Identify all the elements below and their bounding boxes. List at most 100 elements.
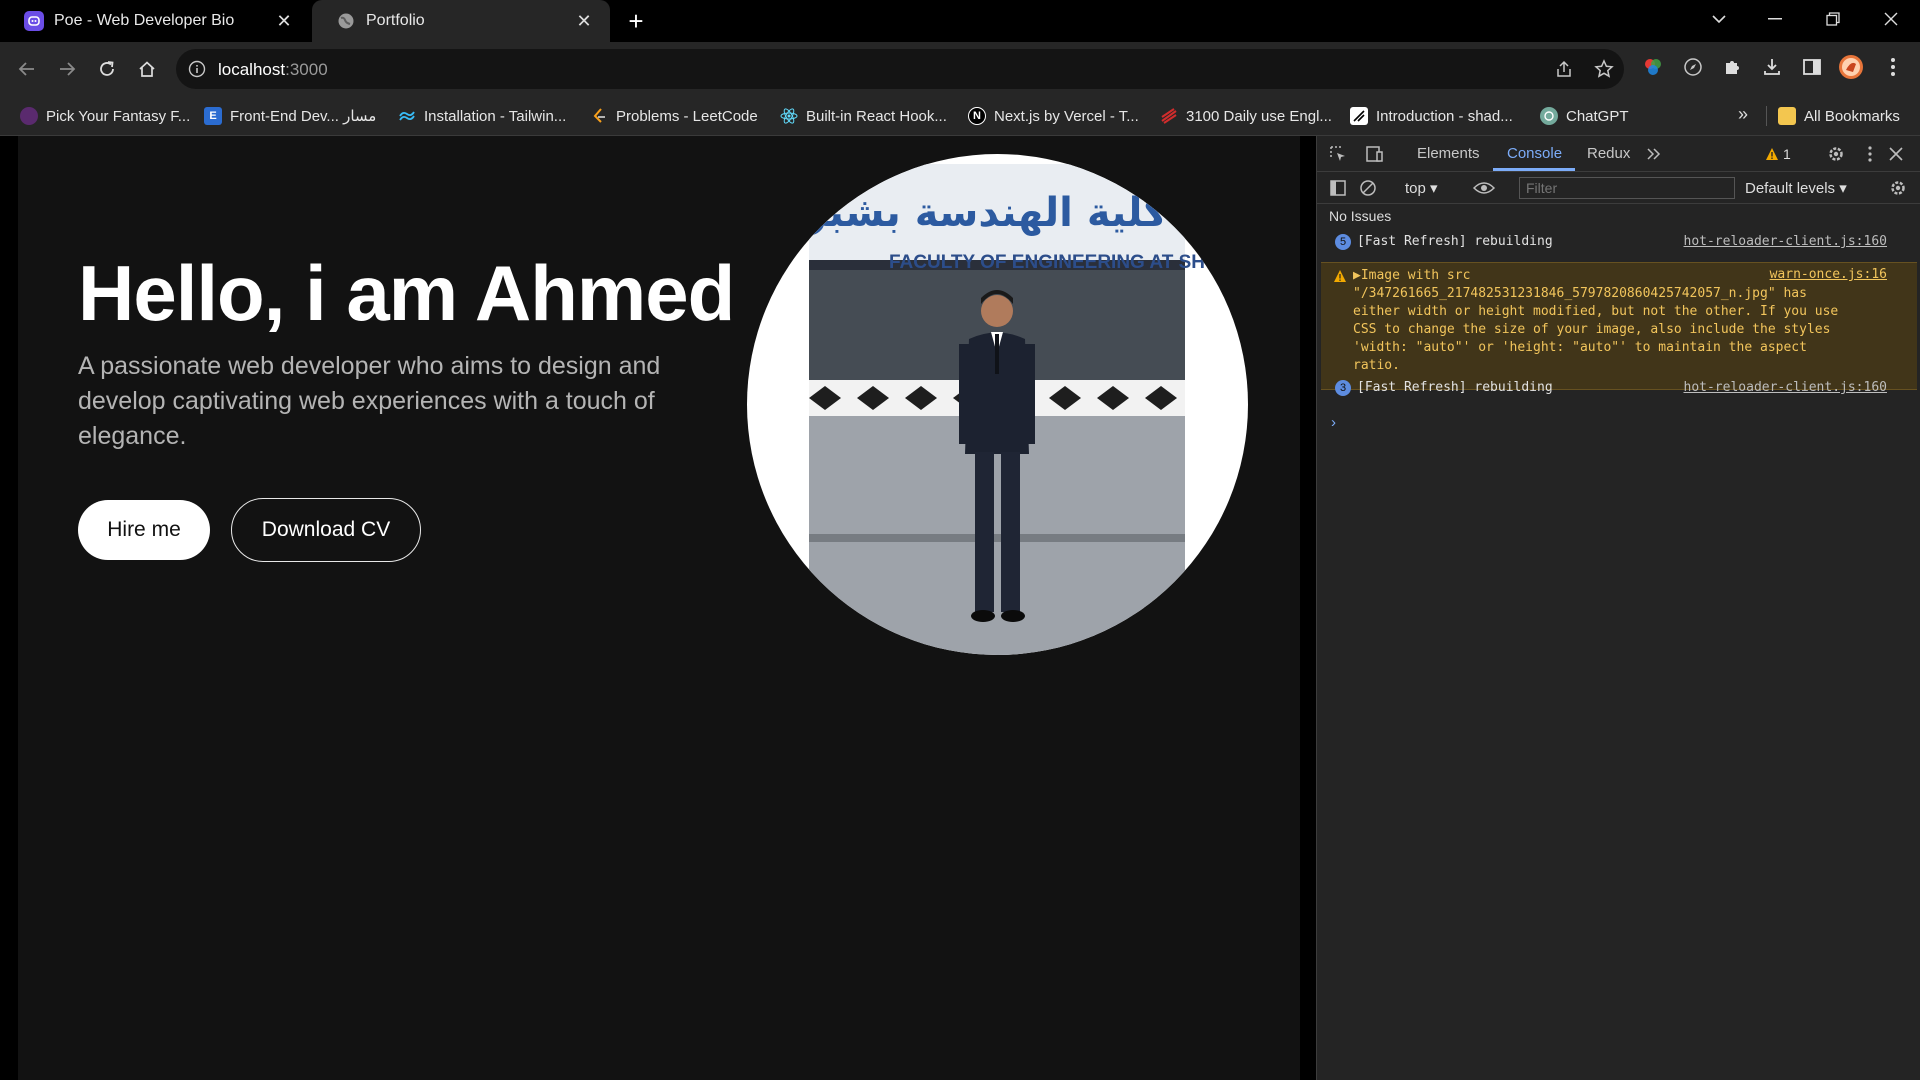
close-window-button[interactable] <box>1868 0 1914 38</box>
bookmark-item[interactable]: Pick Your Fantasy F... <box>20 104 190 128</box>
share-icon[interactable] <box>1552 57 1576 81</box>
more-tabs-icon[interactable] <box>1643 143 1665 165</box>
settings-gear-icon[interactable] <box>1825 143 1847 165</box>
console-warning-entry[interactable]: ▶Image with src "/347261665_217482531231… <box>1321 262 1917 390</box>
tailwind-icon <box>398 107 416 125</box>
minimize-button[interactable] <box>1752 0 1798 38</box>
console-prompt[interactable]: › <box>1331 414 1336 431</box>
page-viewport: Hello, i am Ahmed A passionate web devel… <box>0 136 1316 1080</box>
live-expression-eye-icon[interactable] <box>1473 177 1495 199</box>
bookmark-item[interactable]: Introduction - shad... <box>1350 104 1513 128</box>
shadcn-icon <box>1350 107 1368 125</box>
bookmark-item[interactable]: Problems - LeetCode <box>590 104 758 128</box>
warning-icon <box>1766 148 1778 160</box>
browser-menu-icon[interactable] <box>1880 54 1906 80</box>
reload-icon[interactable] <box>92 54 122 84</box>
warning-message: ▶Image with src "/347261665_217482531231… <box>1353 268 1839 373</box>
fantasy-icon <box>20 107 38 125</box>
bookmarks-bar: Pick Your Fantasy F... E Front-End Dev..… <box>0 96 1920 136</box>
download-cv-button[interactable]: Download CV <box>231 498 421 562</box>
sidebar-toggle-icon[interactable] <box>1327 177 1349 199</box>
console-log-entry: 3 [Fast Refresh] rebuilding hot-reloader… <box>1317 376 1920 402</box>
react-icon <box>780 107 798 125</box>
bookmark-item[interactable]: Installation - Tailwin... <box>398 104 566 128</box>
log-message: [Fast Refresh] rebuilding <box>1357 380 1553 395</box>
tab-search-icon[interactable] <box>1696 0 1742 38</box>
nextjs-icon: N <box>968 107 986 125</box>
log-message: [Fast Refresh] rebuilding <box>1357 234 1553 249</box>
divider <box>1766 106 1767 126</box>
close-tab-icon[interactable]: ✕ <box>274 11 294 31</box>
hero-subtitle: A passionate web developer who aims to d… <box>78 352 661 450</box>
hire-me-button[interactable]: Hire me <box>78 500 210 560</box>
tab-title: Poe - Web Developer Bio <box>54 12 235 29</box>
context-selector[interactable]: top ▾ <box>1405 179 1438 197</box>
tab-title: Portfolio <box>366 12 425 29</box>
bookmark-item[interactable]: 3100 Daily use Engl... <box>1160 104 1332 128</box>
warning-source-link[interactable]: warn-once.js:16 <box>1770 267 1887 282</box>
tab-console[interactable]: Console <box>1507 145 1562 162</box>
close-tab-icon[interactable]: ✕ <box>574 11 594 31</box>
bookmarks-overflow-button[interactable]: » <box>1738 104 1748 125</box>
profile-photo: كلية الهندسة بشبرا FACULTY OF ENGINEERIN… <box>747 154 1248 655</box>
home-icon[interactable] <box>132 54 162 84</box>
inspect-element-icon[interactable] <box>1327 143 1349 165</box>
devtools-tabbar: Elements Console Redux 1 <box>1317 136 1920 172</box>
profile-avatar[interactable] <box>1838 54 1864 80</box>
restore-button[interactable] <box>1810 0 1856 38</box>
console-settings-icon[interactable] <box>1887 177 1909 199</box>
clear-console-icon[interactable] <box>1357 177 1379 199</box>
forward-arrow-icon[interactable] <box>52 54 82 84</box>
color-picker-extension-icon[interactable] <box>1640 54 1666 80</box>
leetcode-icon <box>590 107 608 125</box>
tab-elements[interactable]: Elements <box>1417 145 1480 162</box>
console-log-entry: 5 [Fast Refresh] rebuilding hot-reloader… <box>1317 230 1920 256</box>
warnings-counter[interactable]: 1 <box>1765 143 1791 165</box>
profile-photo-illustration: كلية الهندسة بشبرا FACULTY OF ENGINEERIN… <box>790 164 1248 655</box>
bookmark-item[interactable]: ChatGPT <box>1540 104 1629 128</box>
repeat-count-badge: 5 <box>1335 234 1351 250</box>
back-arrow-icon[interactable] <box>12 54 42 84</box>
active-tab-indicator <box>1493 168 1575 171</box>
tab-strip: Poe - Web Developer Bio ✕ Portfolio ✕ + <box>0 0 1920 42</box>
new-tab-button[interactable]: + <box>622 8 650 34</box>
warning-icon <box>1333 269 1349 285</box>
log-source-link[interactable]: hot-reloader-client.js:160 <box>1684 380 1888 395</box>
tab-portfolio[interactable]: Portfolio ✕ <box>312 0 610 42</box>
console-filter-input[interactable] <box>1519 177 1735 199</box>
device-toolbar-icon[interactable] <box>1363 143 1385 165</box>
tab-redux[interactable]: Redux <box>1587 145 1630 162</box>
address-bar[interactable]: localhost:3000 <box>176 49 1624 89</box>
log-levels-dropdown[interactable]: Default levels ▾ <box>1745 179 1847 197</box>
poe-icon <box>24 11 44 31</box>
bookmark-star-icon[interactable] <box>1592 57 1616 81</box>
issues-status[interactable]: No Issues <box>1329 208 1391 224</box>
bookmark-item[interactable]: N Next.js by Vercel - T... <box>968 104 1139 128</box>
globe-icon <box>336 11 356 31</box>
tab-poe[interactable]: Poe - Web Developer Bio ✕ <box>0 0 310 42</box>
site-info-icon[interactable] <box>188 60 206 78</box>
compass-extension-icon[interactable] <box>1680 54 1706 80</box>
chatgpt-icon <box>1540 107 1558 125</box>
all-bookmarks-button[interactable]: All Bookmarks <box>1778 104 1900 128</box>
url-text: localhost:3000 <box>218 60 328 79</box>
side-panel-icon[interactable] <box>1799 54 1825 80</box>
hero-title: Hello, i am Ahmed <box>78 249 735 337</box>
sign-english: FACULTY OF ENGINEERING AT SHOUBRA <box>889 252 1248 273</box>
sign-arabic: كلية الهندسة بشبرا <box>790 190 1168 236</box>
e-letter-icon: E <box>204 107 222 125</box>
english-course-icon <box>1160 107 1178 125</box>
close-devtools-icon[interactable] <box>1885 143 1907 165</box>
repeat-count-badge: 3 <box>1335 380 1351 396</box>
browser-toolbar: localhost:3000 <box>0 42 1920 96</box>
portfolio-page: Hello, i am Ahmed A passionate web devel… <box>18 136 1300 1080</box>
bookmark-item[interactable]: E Front-End Dev... مسار <box>204 104 376 128</box>
console-toolbar: top ▾ Default levels ▾ <box>1317 172 1920 204</box>
devtools-panel: Elements Console Redux 1 top ▾ Filter De… <box>1316 136 1920 1080</box>
download-icon[interactable] <box>1759 54 1785 80</box>
bookmark-item[interactable]: Built-in React Hook... <box>780 104 947 128</box>
extensions-puzzle-icon[interactable] <box>1719 54 1745 80</box>
log-source-link[interactable]: hot-reloader-client.js:160 <box>1684 234 1888 249</box>
devtools-menu-icon[interactable] <box>1859 143 1881 165</box>
folder-icon <box>1778 107 1796 125</box>
